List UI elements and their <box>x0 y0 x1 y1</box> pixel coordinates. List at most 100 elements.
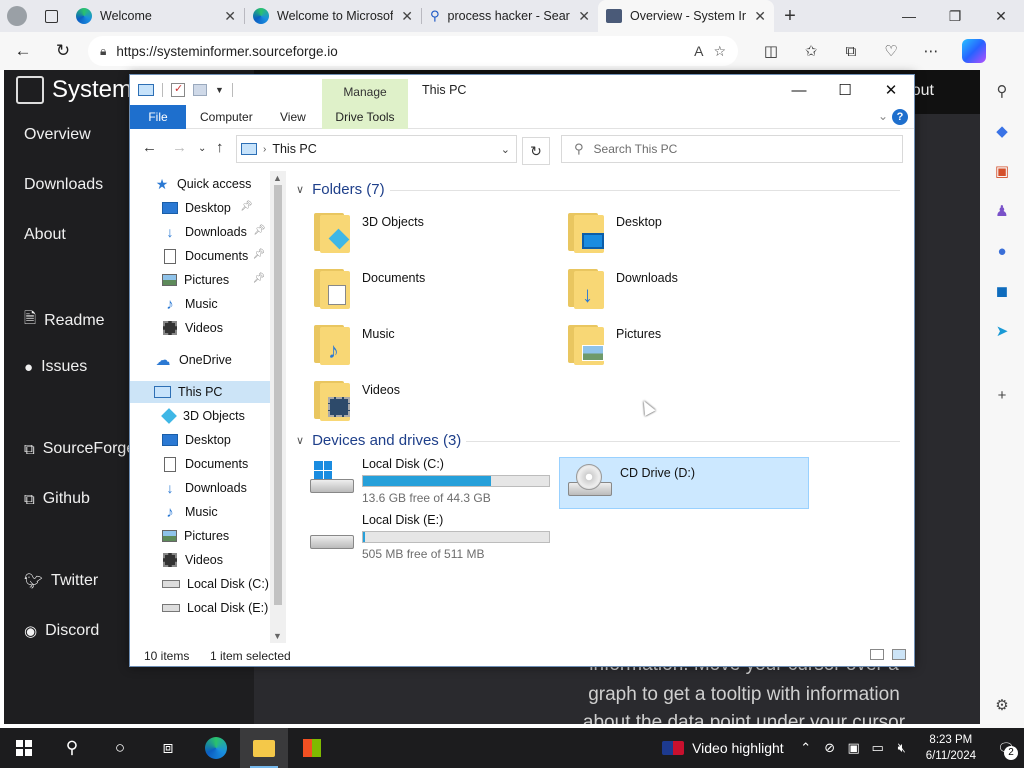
search-button[interactable]: ⚲ <box>48 728 96 768</box>
manage-contextual-tab[interactable]: Manage <box>322 79 408 105</box>
favorite-star-icon[interactable]: ☆ <box>713 43 726 60</box>
minimize-icon[interactable]: — <box>776 75 822 105</box>
office-icon[interactable]: ● <box>991 240 1013 262</box>
nav-onedrive[interactable]: ☁ OneDrive <box>154 349 232 371</box>
site-brand[interactable]: System <box>16 76 132 104</box>
drive-cd-d[interactable]: CD Drive (D:) <box>559 457 809 509</box>
close-icon[interactable]: ✕ <box>578 8 590 25</box>
close-icon[interactable]: ✕ <box>401 8 413 25</box>
folder-music[interactable]: ♪ Music <box>314 323 395 365</box>
close-window-icon[interactable]: ✕ <box>978 0 1024 32</box>
start-button[interactable] <box>0 728 48 768</box>
drive-local-disk-c[interactable]: Local Disk (C:) 13.6 GB free of 44.3 GB <box>308 457 550 505</box>
nav-desktop[interactable]: Desktop 📌︎ <box>162 197 253 219</box>
favorites-icon[interactable]: ✩ <box>796 36 826 66</box>
nav-pictures[interactable]: Pictures 📌︎ <box>162 269 265 291</box>
nav-documents[interactable]: Documents 📌︎ <box>162 245 265 267</box>
new-folder-icon[interactable] <box>193 84 207 96</box>
up-arrow-icon[interactable]: ↑ <box>216 139 224 156</box>
profile-button[interactable] <box>0 0 34 32</box>
copilot-icon[interactable] <box>962 39 986 63</box>
read-aloud-icon[interactable]: A <box>694 43 703 59</box>
tab-overview[interactable]: Overview - System Informer ✕ <box>598 0 774 32</box>
site-nav-issues[interactable]: ● Issues <box>24 358 87 376</box>
search-input[interactable]: ⚲ Search This PC <box>561 135 903 163</box>
clock[interactable]: 8:23 PM 6/11/2024 <box>914 732 988 764</box>
tab-welcome[interactable]: Welcome ✕ <box>68 0 244 32</box>
scroll-up-icon[interactable]: ▲ <box>273 173 282 183</box>
people-icon[interactable]: ♟ <box>991 200 1013 222</box>
nav-downloads[interactable]: ↓ Downloads 📌︎ <box>162 221 266 243</box>
meet-now-icon[interactable]: ▣ <box>842 740 866 756</box>
outlook-icon[interactable]: ◼ <box>991 280 1013 302</box>
close-window-icon[interactable]: ✕ <box>868 75 914 105</box>
collections-icon[interactable]: ⧉ <box>836 36 866 66</box>
nav-this-pc[interactable]: This PC <box>130 381 270 403</box>
shopping-icon[interactable]: ◆ <box>991 120 1013 142</box>
breadcrumb[interactable]: This PC <box>272 142 316 156</box>
address-bar[interactable]: 🔒︎ https://systeminformer.sourceforge.io… <box>88 36 738 66</box>
add-icon[interactable]: + <box>991 384 1013 406</box>
ribbon-computer-tab[interactable]: Computer <box>200 110 253 124</box>
folder-documents[interactable]: Documents <box>314 267 425 309</box>
chevron-down-icon[interactable]: ⌄ <box>501 143 510 156</box>
site-nav-github[interactable]: ⧉ Github <box>24 490 90 508</box>
restore-icon[interactable]: ❐ <box>932 0 978 32</box>
nav-pc-pictures[interactable]: Pictures <box>162 525 229 547</box>
site-nav-about[interactable]: About <box>24 226 66 244</box>
folder-downloads[interactable]: ↓ Downloads <box>568 267 678 309</box>
address-path-box[interactable]: › This PC ⌄ <box>236 135 517 163</box>
site-nav-discord[interactable]: ◉ Discord <box>24 622 99 640</box>
nav-local-disk-c[interactable]: Local Disk (C:) <box>162 573 269 595</box>
notification-center-button[interactable]: 🗨︎ 2 <box>988 740 1024 760</box>
site-nav-overview[interactable]: Overview <box>24 126 91 144</box>
nav-pc-videos[interactable]: Videos <box>162 549 223 571</box>
nav-3d-objects[interactable]: 3D Objects <box>161 405 245 427</box>
large-icons-view-icon[interactable] <box>892 649 906 660</box>
folder-3d-objects[interactable]: 3D Objects <box>314 211 424 253</box>
new-tab-button[interactable]: + <box>774 0 806 32</box>
back-arrow-icon[interactable]: ← <box>142 139 157 156</box>
customize-toolbar-icon[interactable]: ▼ <box>215 85 224 95</box>
folder-desktop[interactable]: Desktop <box>568 211 662 253</box>
nav-pc-downloads[interactable]: ↓ Downloads <box>162 477 247 499</box>
cortana-button[interactable]: ○ <box>96 728 144 768</box>
folders-group-header[interactable]: ∨ Folders (7) <box>296 181 385 198</box>
site-nav-readme[interactable]: 🗎︎ Readme <box>24 308 105 333</box>
nav-pc-music[interactable]: ♪ Music <box>162 501 217 523</box>
lock-icon[interactable]: 🔒︎ <box>100 44 106 59</box>
drop-icon[interactable]: ➤ <box>991 320 1013 342</box>
nav-pc-desktop[interactable]: Desktop <box>162 429 231 451</box>
drive-local-disk-e[interactable]: Local Disk (E:) 505 MB free of 511 MB <box>308 513 550 561</box>
scrollbar-thumb[interactable] <box>274 185 282 605</box>
help-icon[interactable]: ? <box>892 109 908 125</box>
site-topbar-link[interactable]: out <box>912 82 934 100</box>
maximize-icon[interactable]: ☐ <box>822 75 868 105</box>
ribbon-view-tab[interactable]: View <box>280 110 306 124</box>
nav-local-disk-e[interactable]: Local Disk (E:) <box>162 597 268 619</box>
refresh-button[interactable]: ↻ <box>48 36 78 66</box>
chevron-down-icon[interactable]: ∨ <box>296 434 304 447</box>
url-text[interactable]: https://systeminformer.sourceforge.io <box>116 44 684 59</box>
search-icon[interactable]: ⚲ <box>991 80 1013 102</box>
folder-pictures[interactable]: Pictures <box>568 323 661 365</box>
refresh-icon[interactable]: ↻ <box>522 137 550 165</box>
video-highlight-widget[interactable]: Video highlight <box>652 740 794 756</box>
nav-pc-documents[interactable]: Documents <box>162 453 248 475</box>
volume-muted-icon[interactable]: 🔇︎ <box>890 740 914 756</box>
network-icon[interactable]: ⊘ <box>818 740 842 756</box>
split-screen-icon[interactable]: ◫ <box>756 36 786 66</box>
site-nav-twitter[interactable]: 🐦︎ Twitter <box>24 572 98 590</box>
scroll-down-icon[interactable]: ▼ <box>273 631 282 641</box>
forward-arrow-icon[interactable]: → <box>172 139 187 156</box>
site-nav-sourceforge[interactable]: ⧉ SourceForge <box>24 440 135 458</box>
back-button[interactable]: ← <box>8 36 38 66</box>
chevron-up-icon[interactable]: ⌃ <box>794 740 818 756</box>
chevron-down-icon[interactable]: ⌄ <box>878 109 888 123</box>
settings-icon[interactable]: ⚙ <box>991 694 1013 716</box>
nav-music[interactable]: ♪ Music <box>162 293 217 315</box>
tab-search[interactable]: ⚲ process hacker - Search ✕ <box>422 0 598 32</box>
properties-icon[interactable] <box>171 82 185 97</box>
chevron-down-icon[interactable]: ∨ <box>296 183 304 196</box>
close-icon[interactable]: ✕ <box>754 8 766 25</box>
